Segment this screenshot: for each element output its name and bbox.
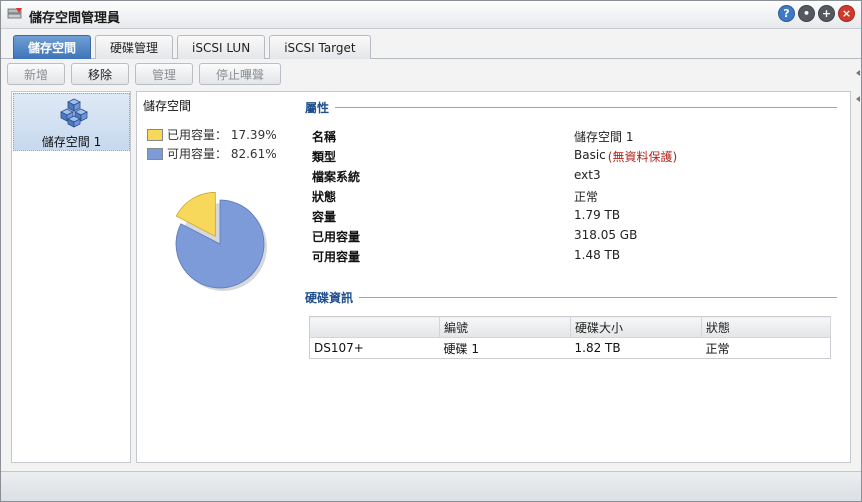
column-header-device[interactable]: [309, 316, 440, 338]
column-header-status[interactable]: 狀態: [701, 316, 831, 338]
prop-value: 1.48 TB: [574, 248, 621, 262]
prop-key: 名稱: [312, 130, 337, 144]
legend-used: 已用容量： 17.39%: [147, 125, 277, 144]
column-header-id[interactable]: 編號: [439, 316, 571, 338]
properties-header: 屬性: [305, 99, 837, 116]
prop-key: 可用容量: [312, 250, 361, 264]
manage-button[interactable]: 管理: [135, 63, 194, 85]
prop-value: Basic: [574, 148, 606, 162]
summary-title: 儲存空間: [143, 99, 192, 113]
capacity-pie-chart: [175, 192, 267, 291]
status-bar: [1, 471, 861, 501]
disk-info-rule: [359, 297, 837, 298]
legend-used-value: 17.39%: [230, 127, 277, 142]
table-row[interactable]: DS107+ 硬碟 1 1.82 TB 正常: [309, 337, 831, 359]
disk-info-header: 硬碟資訊: [305, 289, 837, 306]
storage-app-icon: [7, 8, 22, 19]
tab-bar: 儲存空間 硬碟管理 iSCSI LUN iSCSI Target: [13, 35, 371, 59]
prop-value: 318.05 GB: [574, 228, 638, 242]
prop-row-filesystem: 檔案系統 ext3: [312, 168, 601, 188]
cell-id: 硬碟 1: [439, 337, 571, 359]
legend-free-value: 82.61%: [230, 146, 277, 161]
stop-beep-button[interactable]: 停止嗶聲: [199, 63, 282, 85]
column-header-size[interactable]: 硬碟大小: [570, 316, 702, 338]
minimize-icon[interactable]: •: [798, 5, 815, 22]
window-title: 儲存空間管理員: [29, 11, 121, 26]
prop-row-name: 名稱 儲存空間 1: [312, 128, 633, 148]
volume-list-item[interactable]: 儲存空間 1: [13, 93, 130, 151]
cell-size: 1.82 TB: [570, 337, 702, 359]
help-icon[interactable]: ?: [778, 5, 795, 22]
maximize-icon[interactable]: +: [818, 5, 835, 22]
properties-heading: 屬性: [305, 101, 330, 115]
volume-cubes-icon: [60, 98, 88, 128]
prop-key: 已用容量: [312, 230, 361, 244]
prop-key: 狀態: [312, 190, 337, 204]
prop-value: ext3: [574, 168, 601, 182]
chart-legend: 已用容量： 17.39% 可用容量： 82.61%: [147, 125, 277, 163]
tab-iscsi-lun[interactable]: iSCSI LUN: [177, 35, 266, 59]
legend-used-swatch: [147, 128, 163, 141]
volume-list: 儲存空間 1: [11, 91, 131, 463]
prop-key: 容量: [312, 210, 337, 224]
prop-value: 1.79 TB: [574, 208, 621, 222]
prop-value: 儲存空間 1: [574, 130, 634, 144]
tab-iscsi-target[interactable]: iSCSI Target: [269, 35, 371, 59]
close-icon[interactable]: ×: [838, 5, 855, 22]
prop-key: 檔案系統: [312, 170, 361, 184]
disk-info-heading: 硬碟資訊: [305, 291, 354, 305]
prop-row-free: 可用容量 1.48 TB: [312, 248, 620, 268]
prop-row-type: 類型 Basic (無資料保護): [312, 148, 677, 168]
storage-manager-window: 儲存空間管理員 ? • + × 儲存空間 硬碟管理 iSCSI LUN iSCS…: [0, 0, 862, 502]
tab-disk-management[interactable]: 硬碟管理: [95, 35, 174, 59]
legend-used-label: 已用容量：: [167, 128, 228, 142]
volume-list-item-label: 儲存空間 1: [41, 135, 102, 149]
properties-rule: [335, 107, 837, 108]
disk-info-table: 編號 硬碟大小 狀態 DS107+ 硬碟 1 1.82 TB 正常: [309, 316, 831, 359]
tab-storage[interactable]: 儲存空間: [13, 35, 92, 59]
remove-button[interactable]: 移除: [71, 63, 130, 85]
prop-row-status: 狀態 正常: [312, 188, 598, 208]
cell-device: DS107+: [309, 337, 440, 359]
add-button[interactable]: 新增: [7, 63, 66, 85]
prop-row-used: 已用容量 318.05 GB: [312, 228, 637, 248]
volume-detail-panel: 儲存空間 已用容量： 17.39% 可用容量： 82.61% 屬性 名稱 儲存空…: [136, 91, 851, 463]
toolbar: 新增 移除 管理 停止嗶聲: [7, 63, 282, 89]
resize-arrow-icons: [856, 70, 860, 102]
legend-free-label: 可用容量：: [167, 147, 228, 161]
prop-row-capacity: 容量 1.79 TB: [312, 208, 620, 228]
legend-free-swatch: [147, 147, 163, 160]
right-scroll-edge: [855, 63, 861, 463]
prop-note: (無資料保護): [607, 150, 678, 164]
table-header-row: 編號 硬碟大小 狀態: [309, 316, 831, 338]
prop-key: 類型: [312, 150, 337, 164]
prop-value: 正常: [574, 190, 599, 204]
cell-status: 正常: [701, 337, 831, 359]
title-bar: 儲存空間管理員 ? • + ×: [1, 1, 861, 29]
legend-free: 可用容量： 82.61%: [147, 144, 277, 163]
